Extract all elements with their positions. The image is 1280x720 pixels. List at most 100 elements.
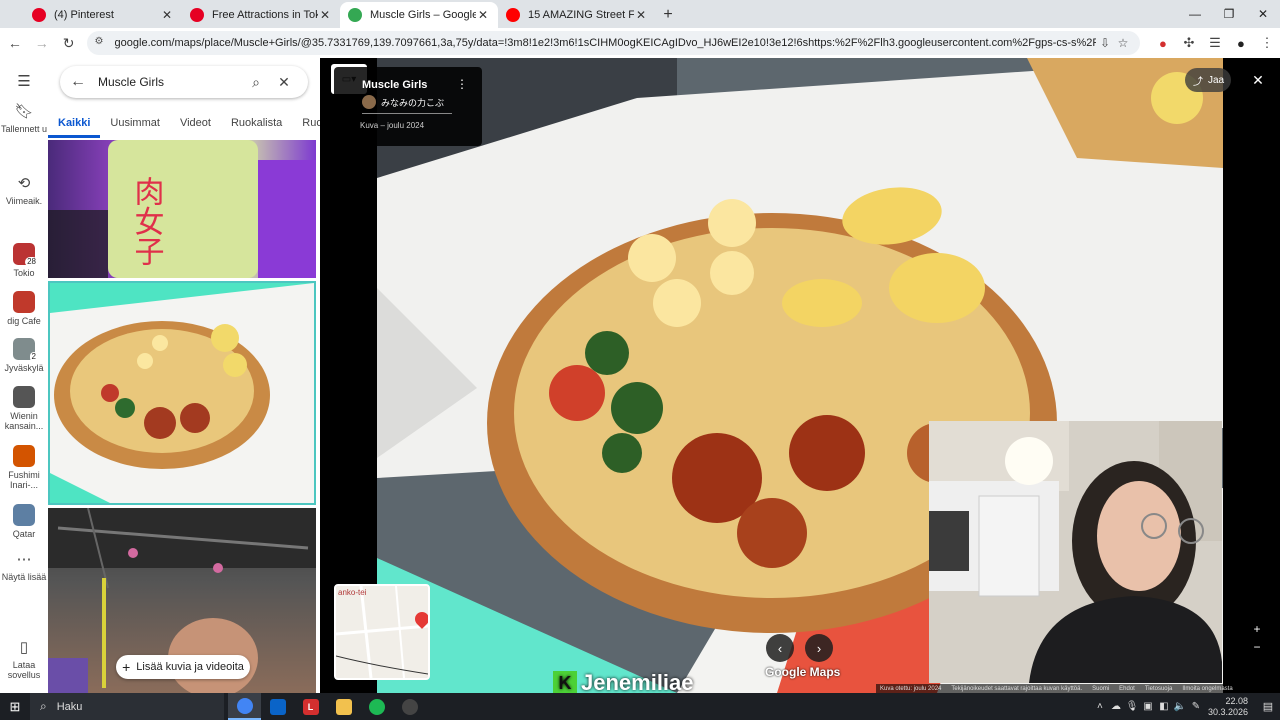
rail-item[interactable]: 2 Jyväskylä (0, 338, 48, 373)
extension-red-icon[interactable]: ● (1150, 31, 1176, 55)
mini-map[interactable]: anko-tei (334, 584, 430, 680)
photo-thumbnail-drink[interactable]: 肉女子 (48, 140, 316, 278)
bookmark-star-icon[interactable]: ☆ (1114, 36, 1132, 50)
forward-icon[interactable]: → (30, 31, 54, 55)
windows-start-icon[interactable]: ⊞ (0, 693, 30, 720)
extensions-icon[interactable]: ✣ (1176, 31, 1202, 55)
tab-ruok[interactable]: Ruok (292, 114, 320, 138)
clear-icon[interactable]: ✕ (270, 74, 298, 91)
microphone-icon[interactable]: 🎙 (1124, 701, 1140, 712)
close-tab-icon[interactable]: ✕ (318, 8, 332, 22)
more-icon: ⋯ (16, 551, 32, 568)
avatar (362, 95, 376, 109)
next-photo-button[interactable]: › (805, 634, 833, 662)
rail-item[interactable]: ⟲ Viimeaik. (0, 176, 48, 207)
browser-tab[interactable]: 15 AMAZING Street Foods in To✕ (498, 2, 656, 28)
rail-item[interactable]: ▯ Lataa sovellus (0, 640, 48, 681)
network-icon[interactable]: ◧ (1156, 701, 1172, 712)
zoom-in-icon[interactable]: + (1248, 620, 1266, 638)
taskbar-app-app-l[interactable]: L (294, 693, 327, 720)
back-arrow-icon[interactable]: ← (70, 73, 86, 91)
search-input[interactable]: Muscle Girls (98, 75, 242, 89)
site-info-icon[interactable]: ⚙ (95, 36, 109, 50)
zoom-out-icon[interactable]: − (1248, 638, 1266, 656)
rail-item[interactable]: Qatar (0, 504, 48, 539)
saved-list-thumbnail (13, 504, 35, 526)
tab-title: Muscle Girls – Google Maps (370, 9, 476, 21)
windows-taskbar: ⊞ ⌕ Haku L ˄ ☁ 🎙 ▣ ◧ 🔈 ✎ 22.08 30.3.2026… (0, 693, 1280, 720)
address-bar[interactable]: ⚙ google.com/maps/place/Muscle+Girls/@35… (86, 31, 1140, 55)
rail-item-label: Tallennett u (0, 124, 48, 134)
pen-icon[interactable]: ✎ (1188, 701, 1204, 712)
add-photos-label: Lisää kuvia ja videoita (136, 661, 244, 673)
pinterest-icon (32, 8, 46, 22)
place-name[interactable]: Muscle Girls (362, 79, 427, 91)
tab-videot[interactable]: Videot (170, 114, 221, 138)
close-tab-icon[interactable]: ✕ (476, 8, 490, 22)
rail-item[interactable]: 28 Tokio (0, 243, 48, 278)
volume-icon[interactable]: 🔈 (1172, 701, 1188, 712)
terms-link[interactable]: Ehdot (1119, 686, 1135, 692)
reading-list-icon[interactable]: ☰ (1202, 31, 1228, 55)
tab-ruokalista[interactable]: Ruokalista (221, 114, 292, 138)
reload-icon[interactable]: ↻ (57, 31, 81, 55)
rail-item[interactable]: dig Cafe (0, 291, 48, 326)
youtube-icon (506, 8, 520, 22)
country-link[interactable]: Suomi (1092, 686, 1109, 692)
taskbar-app-spotify[interactable] (360, 693, 393, 720)
tab-uusimmat[interactable]: Uusimmat (100, 114, 170, 138)
restore-icon[interactable]: ❐ (1212, 0, 1246, 28)
share-button[interactable]: ⤴ Jaa (1185, 68, 1231, 92)
share-label: Jaa (1208, 74, 1225, 86)
browser-tab[interactable]: Free Attractions in Tokyo Itinerar✕ (182, 2, 340, 28)
rail-item[interactable]: Fushimi Inari-... (0, 445, 48, 490)
tab-kaikki[interactable]: Kaikki (48, 114, 101, 138)
close-tab-icon[interactable]: ✕ (634, 8, 648, 22)
taskbar-app-file-explorer[interactable] (327, 693, 360, 720)
saved-list-thumbnail: 2 (13, 338, 38, 362)
taskbar-search[interactable]: ⌕ Haku (30, 693, 224, 720)
photo-author[interactable]: みなみの力こぶ (362, 95, 444, 109)
taskbar-app-obs[interactable] (393, 693, 426, 720)
search-icon[interactable]: ⌕ (242, 74, 270, 91)
cloud-icon[interactable]: ☁ (1108, 701, 1124, 712)
new-tab-button[interactable]: + (656, 2, 680, 28)
browser-tab[interactable]: Muscle Girls – Google Maps✕ (340, 2, 498, 28)
clock[interactable]: 22.08 30.3.2026 (1208, 696, 1248, 718)
toolbar-actions: ● ✣ ☰ ● ⋮ (1150, 31, 1280, 55)
more-options-icon[interactable]: ⋮ (456, 77, 468, 91)
notifications-icon[interactable]: ▤ (1256, 700, 1280, 713)
display-icon[interactable]: ▣ (1140, 701, 1156, 712)
rail-item[interactable]: ⋯ Näytä lisää (0, 551, 48, 583)
install-icon[interactable]: ⇩ (1096, 36, 1114, 50)
search-box[interactable]: ← Muscle Girls ⌕ ✕ (60, 66, 308, 98)
list-count-badge: 28 (25, 257, 38, 267)
previous-photo-button[interactable]: ‹ (766, 634, 794, 662)
plus-icon: + (122, 659, 131, 675)
zoom-controls: + − (1248, 620, 1266, 656)
add-photos-button[interactable]: + Lisää kuvia ja videoita (116, 655, 250, 679)
photo-taken-text: Kuva otettu: joulu 2024 (880, 686, 942, 692)
back-icon[interactable]: ← (3, 31, 27, 55)
profile-avatar-icon[interactable]: ● (1228, 31, 1254, 55)
taskbar-app-chrome[interactable] (228, 693, 261, 720)
close-viewer-icon[interactable]: ✕ (1248, 70, 1268, 90)
browser-menu-icon[interactable]: ⋮ (1254, 31, 1280, 55)
close-tab-icon[interactable]: ✕ (160, 8, 174, 22)
photo-info-card: Muscle Girls ⋮ みなみの力こぶ Kuva – joulu 2024 (334, 67, 482, 146)
photo-viewer: anko-tei ‹ › (320, 58, 1280, 693)
taskbar-app-outlook[interactable] (261, 693, 294, 720)
chrome-icon (236, 697, 253, 714)
privacy-link[interactable]: Tietosuoja (1145, 686, 1172, 692)
hamburger-menu-icon[interactable]: ☰ (0, 74, 48, 94)
rail-item[interactable]: 🔖︎ Tallennett u (0, 104, 48, 135)
rail-item[interactable]: Wienin kansain... (0, 386, 48, 431)
photo-thumbnail-pizza[interactable] (48, 281, 316, 505)
drink-photo-art: 肉女子 (48, 140, 316, 278)
report-link[interactable]: Ilmoita ongelmasta (1182, 686, 1232, 692)
minimize-icon[interactable]: — (1178, 0, 1212, 28)
taskbar-search-placeholder: Haku (56, 700, 83, 713)
chevron-up-icon[interactable]: ˄ (1092, 701, 1108, 712)
close-window-icon[interactable]: ✕ (1246, 0, 1280, 28)
browser-tab[interactable]: (4) Pinterest ✕ (24, 2, 182, 28)
